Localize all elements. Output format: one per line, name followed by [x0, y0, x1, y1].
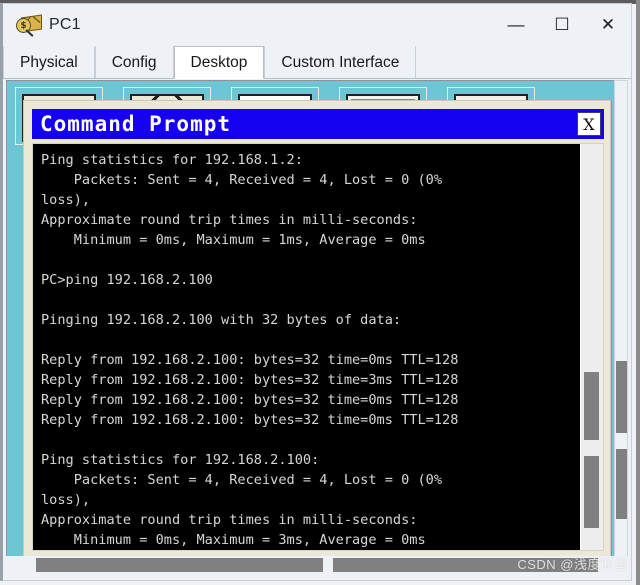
- desktop-scrollbar-thumb-lower[interactable]: [616, 449, 627, 519]
- close-button[interactable]: ✕: [585, 4, 631, 46]
- bottom-scrollbar-thumb-left[interactable]: [36, 558, 323, 572]
- tab-physical[interactable]: Physical: [3, 46, 95, 78]
- tab-desktop[interactable]: Desktop: [173, 46, 265, 79]
- desktop-area[interactable]: Command Prompt X Ping statistics for 192…: [6, 80, 624, 560]
- window-frame: $ PC1 — ☐ ✕ Physical Config Desktop Cust…: [0, 3, 632, 581]
- bottom-scrollbar-thumb-right[interactable]: [333, 558, 598, 572]
- console-scrollbar[interactable]: [580, 144, 603, 550]
- desktop-vertical-scrollbar[interactable]: [614, 80, 628, 560]
- command-prompt-body: Ping statistics for 192.168.1.2: Packets…: [32, 143, 604, 551]
- console-scrollbar-thumb-upper[interactable]: [584, 372, 599, 440]
- pc-device-icon: $: [15, 12, 42, 38]
- window-right-shadow: [636, 0, 640, 585]
- tab-strip: Physical Config Desktop Custom Interface: [3, 46, 631, 79]
- minimize-button[interactable]: —: [493, 4, 539, 46]
- command-prompt-close-button[interactable]: X: [577, 112, 601, 136]
- command-prompt-title: Command Prompt: [40, 112, 232, 136]
- command-prompt-window: Command Prompt X Ping statistics for 192…: [23, 100, 611, 559]
- console-output-area[interactable]: Ping statistics for 192.168.1.2: Packets…: [33, 144, 580, 550]
- pc1-application-window: $ PC1 — ☐ ✕ Physical Config Desktop Cust…: [0, 0, 640, 585]
- tab-custom-interface[interactable]: Custom Interface: [264, 46, 417, 78]
- desktop-scrollbar-thumb-upper[interactable]: [616, 361, 627, 433]
- console-text: Ping statistics for 192.168.1.2: Packets…: [41, 152, 459, 548]
- maximize-button[interactable]: ☐: [539, 4, 585, 46]
- window-controls: — ☐ ✕: [493, 4, 631, 46]
- console-scrollbar-thumb-lower[interactable]: [584, 456, 599, 528]
- command-prompt-title-bar[interactable]: Command Prompt X: [32, 109, 604, 139]
- title-bar: $ PC1 — ☐ ✕: [3, 4, 631, 46]
- desktop-horizontal-scrollbar[interactable]: [6, 556, 630, 574]
- window-title: PC1: [49, 16, 81, 33]
- tab-config[interactable]: Config: [94, 46, 174, 78]
